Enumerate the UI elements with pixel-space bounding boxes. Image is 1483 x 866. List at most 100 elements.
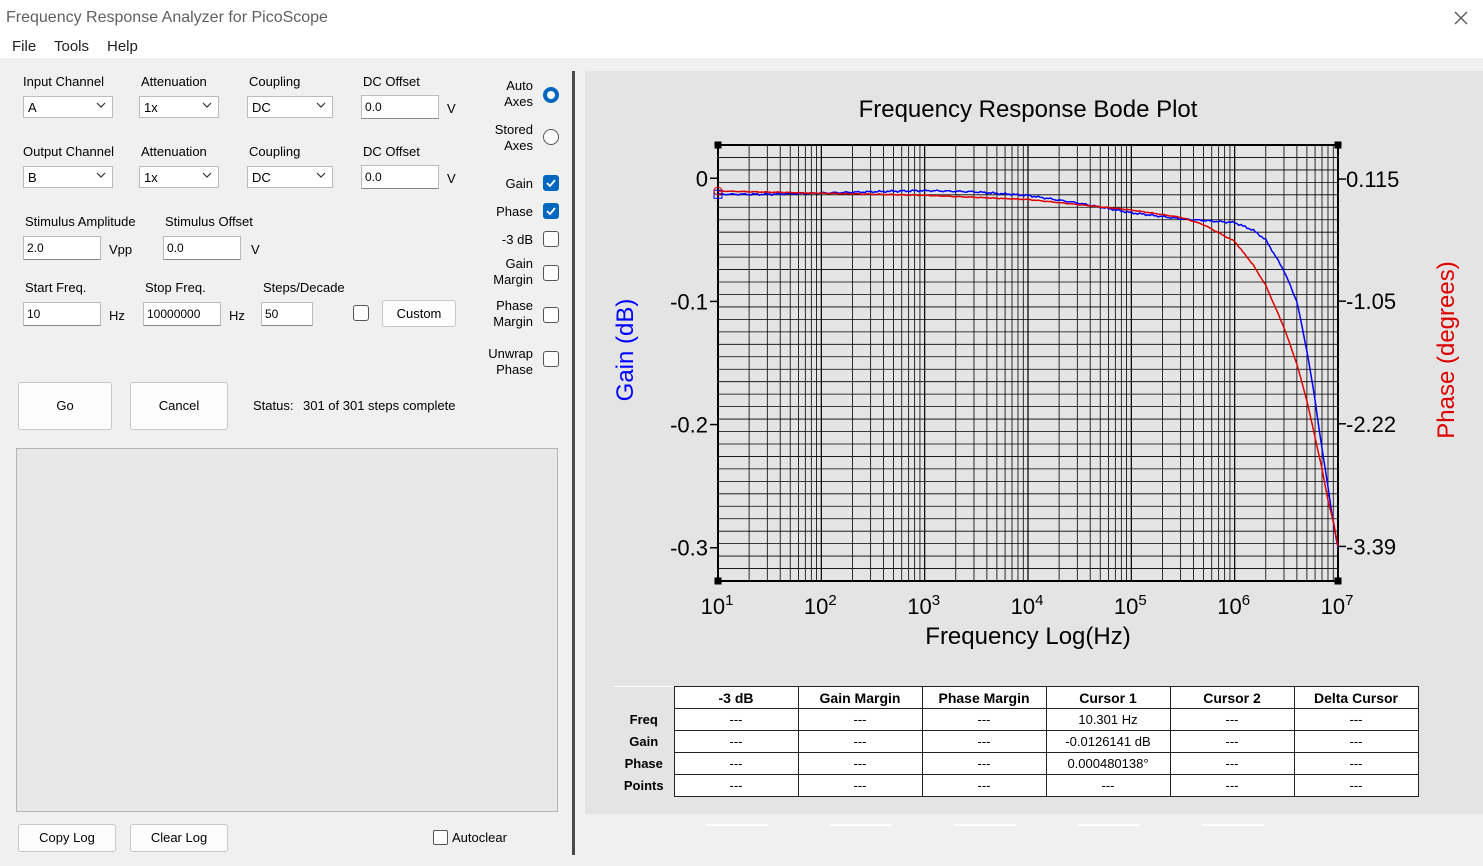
minus-3db-checkbox[interactable] xyxy=(543,231,559,247)
input-channel-label: Input Channel xyxy=(23,74,104,89)
close-icon xyxy=(1454,11,1468,25)
edge-mark xyxy=(706,824,768,826)
x-tick-label: 106 xyxy=(1217,592,1250,619)
corner-handle xyxy=(1334,577,1342,585)
x-tick-exponent: 1 xyxy=(725,592,733,609)
input-coupling-value: DC xyxy=(252,100,271,115)
output-channel-select[interactable]: B xyxy=(23,166,113,188)
plot-panel: Frequency Response Bode Plot 0 -0.1 -0.2 -0… xyxy=(585,71,1483,814)
cancel-button[interactable]: Cancel xyxy=(130,382,228,430)
panel-splitter[interactable] xyxy=(572,71,575,855)
stored-axes-radio[interactable] xyxy=(543,129,559,145)
y2-tick-label: -2.22 xyxy=(1346,412,1396,437)
chevron-down-icon xyxy=(202,172,212,178)
edge-mark xyxy=(1202,824,1264,826)
input-dc-offset-field[interactable]: 0.0 xyxy=(361,95,439,119)
stimulus-amplitude-field[interactable]: 2.0 xyxy=(23,236,101,260)
table-cell: --- xyxy=(1293,708,1419,731)
edge-mark xyxy=(954,824,1016,826)
phase-checkbox[interactable] xyxy=(543,203,559,219)
table-cell: --- xyxy=(797,752,923,775)
log-panel[interactable] xyxy=(16,448,558,812)
col-minus-3db: -3 dB xyxy=(673,686,799,709)
x-tick-exponent: 7 xyxy=(1345,592,1353,609)
input-attenuation-select[interactable]: 1x xyxy=(139,96,219,118)
stop-freq-field[interactable]: 10000000 xyxy=(143,302,221,326)
output-dc-offset-unit: V xyxy=(447,171,456,186)
output-dc-offset-field[interactable]: 0.0 xyxy=(361,165,439,189)
autoclear-checkbox[interactable] xyxy=(433,830,448,845)
table-cell: --- xyxy=(921,774,1047,797)
stimulus-amplitude-label: Stimulus Amplitude xyxy=(25,214,136,229)
table-cell: --- xyxy=(1293,752,1419,775)
table-cell: --- xyxy=(1169,752,1295,775)
table-cell: --- xyxy=(673,752,799,775)
gain-margin-checkbox[interactable] xyxy=(543,265,559,281)
y2-axis-ticks: 0.115 -1.05 -2.22 -3.39 xyxy=(1338,167,1399,559)
menu-help[interactable]: Help xyxy=(107,38,138,55)
x-tick-base: 10 xyxy=(1321,594,1345,619)
col-gain-margin: Gain Margin xyxy=(797,686,923,709)
gain-margin-label: Gain Margin xyxy=(493,256,533,287)
x-tick-exponent: 2 xyxy=(828,592,836,609)
auto-axes-radio[interactable] xyxy=(543,87,559,103)
menu-file[interactable]: File xyxy=(12,38,36,55)
table-cell: --- xyxy=(921,752,1047,775)
input-coupling-label: Coupling xyxy=(249,74,301,89)
table-cell: --- xyxy=(1169,708,1295,731)
table-cell: 0.000480138° xyxy=(1045,752,1171,775)
x-axis-ticks: 101 102 103 104 105 106 107 xyxy=(701,592,1354,619)
copy-log-button[interactable]: Copy Log xyxy=(18,824,116,852)
row-label-phase: Phase xyxy=(614,752,674,775)
results-table: -3 dB Gain Margin Phase Margin Cursor 1 … xyxy=(614,686,1419,797)
stimulus-offset-unit: V xyxy=(251,242,260,257)
title-bar: Frequency Response Analyzer for PicoScop… xyxy=(0,0,1483,36)
input-coupling-select[interactable]: DC xyxy=(247,96,333,118)
x-tick-base: 10 xyxy=(1011,594,1035,619)
edge-mark xyxy=(830,824,892,826)
steps-decade-label: Steps/Decade xyxy=(263,280,345,295)
chevron-down-icon xyxy=(96,172,106,178)
table-cell: --- xyxy=(921,730,1047,753)
start-freq-field[interactable]: 10 xyxy=(23,302,101,326)
table-cell: --- xyxy=(1169,774,1295,797)
stimulus-offset-field[interactable]: 0.0 xyxy=(163,236,241,260)
results-header-row: -3 dB Gain Margin Phase Margin Cursor 1 … xyxy=(614,686,1419,709)
chevron-down-icon xyxy=(316,102,326,108)
x-tick-exponent: 6 xyxy=(1242,592,1250,609)
y-axis-label: Gain (dB) xyxy=(612,299,639,402)
x-tick-base: 10 xyxy=(1217,594,1241,619)
input-channel-select[interactable]: A xyxy=(23,96,113,118)
menu-bar: File Tools Help xyxy=(0,36,1483,58)
x-tick-label: 107 xyxy=(1321,592,1354,619)
x-tick-exponent: 3 xyxy=(932,592,940,609)
stimulus-offset-label: Stimulus Offset xyxy=(165,214,253,229)
output-attenuation-select[interactable]: 1x xyxy=(139,166,219,188)
x-tick-exponent: 4 xyxy=(1035,592,1043,609)
custom-button[interactable]: Custom xyxy=(382,300,456,327)
x-tick-base: 10 xyxy=(804,594,828,619)
y-tick-label: -0.2 xyxy=(670,413,708,438)
checkmark-icon xyxy=(546,179,556,188)
y2-tick-label: -3.39 xyxy=(1346,534,1396,559)
stimulus-amplitude-unit: Vpp xyxy=(109,242,133,257)
checkmark-icon xyxy=(546,207,556,216)
go-button[interactable]: Go xyxy=(18,382,112,430)
clear-log-button[interactable]: Clear Log xyxy=(130,824,228,852)
auto-axes-label: Auto Axes xyxy=(504,78,533,109)
corner-handle xyxy=(1334,141,1342,149)
custom-steps-checkbox[interactable] xyxy=(353,305,369,321)
y2-axis-label: Phase (degrees) xyxy=(1433,261,1460,438)
table-cell: --- xyxy=(797,774,923,797)
unwrap-phase-checkbox[interactable] xyxy=(543,351,559,367)
close-button[interactable] xyxy=(1447,4,1475,32)
menu-tools[interactable]: Tools xyxy=(54,38,89,55)
output-coupling-select[interactable]: DC xyxy=(247,166,333,188)
steps-decade-field[interactable]: 50 xyxy=(261,302,313,326)
chart-title: Frequency Response Bode Plot xyxy=(859,96,1198,123)
phase-margin-checkbox[interactable] xyxy=(543,307,559,323)
table-cell: --- xyxy=(1045,774,1171,797)
input-dc-offset-unit: V xyxy=(447,101,456,116)
gain-checkbox[interactable] xyxy=(543,175,559,191)
unwrap-phase-label: Unwrap Phase xyxy=(488,346,533,377)
